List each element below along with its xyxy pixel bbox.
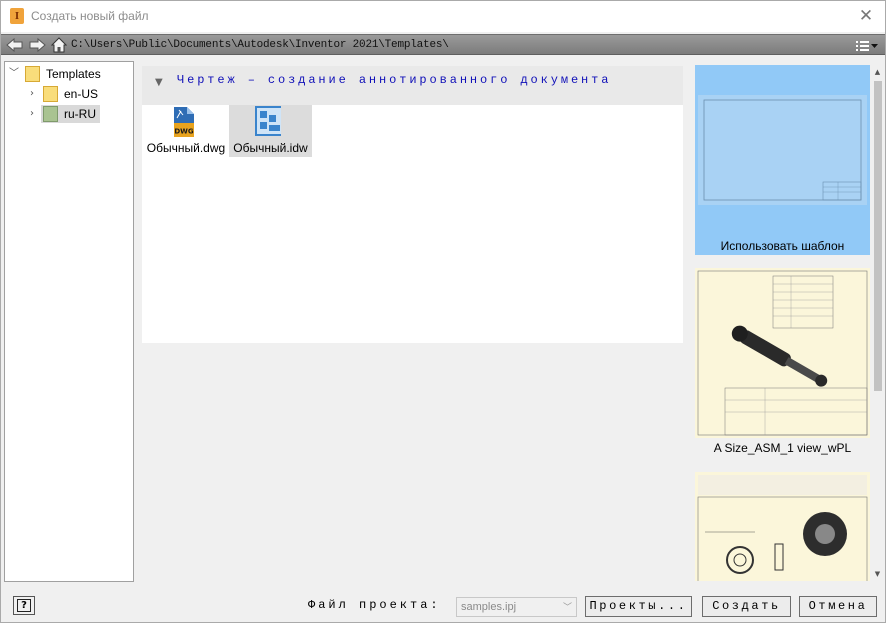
tree-item-ru-ru[interactable]: › ru-RU [26, 104, 100, 123]
file-label: Обычный.dwg [146, 141, 226, 155]
folder-icon [43, 105, 58, 122]
chevron-right-icon[interactable]: › [26, 108, 38, 120]
forward-arrow-icon[interactable] [28, 37, 46, 53]
preview-card-a-size-asm[interactable]: A Size_ASM_1 view_wPL [695, 268, 870, 458]
assembly-drawing-preview [695, 268, 870, 438]
help-icon: ? [17, 599, 31, 612]
drawing-sheet-preview [698, 95, 867, 205]
current-path: C:\Users\Public\Documents\Autodesk\Inven… [71, 39, 449, 51]
preview-label: A Size_ASM_1 view_wPL [713, 441, 852, 455]
dwg-file-icon: DWG [174, 107, 194, 137]
idw-file-icon [255, 106, 281, 136]
back-arrow-icon[interactable] [6, 37, 24, 53]
chevron-down-icon[interactable]: ﹀ [8, 68, 20, 80]
folder-icon [25, 65, 40, 82]
view-options-icon[interactable] [855, 38, 879, 53]
part-drawing-preview [695, 472, 870, 581]
tree-item-label: ru-RU [64, 106, 96, 121]
tree-item-en-us[interactable]: › en-US [26, 84, 98, 103]
template-file-list: DWG Обычный.dwg Обычный.idw [142, 105, 683, 343]
section-title: Чертеж – создание аннотированного докуме… [177, 73, 612, 87]
inventor-app-icon: I [10, 8, 24, 24]
project-file-select[interactable]: samples.ipj ﹀ [456, 597, 577, 617]
scroll-down-icon[interactable]: ▼ [872, 567, 883, 581]
preview-card-third[interactable] [695, 472, 870, 581]
create-button[interactable]: Создать [702, 596, 791, 617]
folder-icon [43, 85, 58, 102]
cancel-button[interactable]: Отмена [799, 596, 877, 617]
new-file-dialog: I Создать новый файл ✕ C:\Users\Public\D… [0, 0, 886, 623]
section-header[interactable]: ▼ Чертеж – создание аннотированного доку… [142, 66, 683, 105]
template-file-dwg[interactable]: DWG Обычный.dwg [143, 105, 229, 157]
preview-panel: Использовать шаблон A Size_ASM_1 view_wP… [695, 65, 883, 581]
collapse-triangle-icon[interactable]: ▼ [155, 77, 163, 88]
window-title: Создать новый файл [31, 9, 149, 23]
folder-tree[interactable]: ﹀ Templates › en-US › ru-RU [4, 61, 134, 582]
tree-item-label: en-US [64, 86, 99, 101]
tree-item-label: Templates [46, 66, 101, 81]
help-button[interactable]: ? [13, 596, 35, 615]
title-bar: I Создать новый файл ✕ [1, 1, 885, 32]
preview-card-use-template[interactable]: Использовать шаблон [695, 65, 870, 255]
preview-scrollbar[interactable]: ▲ ▼ [872, 65, 883, 581]
tree-item-templates[interactable]: ﹀ Templates [8, 64, 101, 83]
chevron-down-icon: ﹀ [562, 603, 572, 613]
project-file-value: samples.ipj [461, 601, 517, 613]
projects-button[interactable]: Проекты... [585, 596, 692, 617]
chevron-right-icon[interactable]: › [26, 88, 38, 100]
scroll-thumb[interactable] [874, 81, 882, 391]
path-bar: C:\Users\Public\Documents\Autodesk\Inven… [1, 34, 885, 55]
home-icon[interactable] [51, 37, 67, 53]
close-button[interactable]: ✕ [853, 3, 879, 29]
preview-label: Использовать шаблон [720, 239, 845, 253]
template-file-idw[interactable]: Обычный.idw [229, 105, 312, 157]
dwg-badge: DWG [174, 128, 194, 136]
scroll-up-icon[interactable]: ▲ [872, 65, 883, 79]
file-label: Обычный.idw [233, 141, 308, 155]
tree-item-selection: ru-RU [41, 104, 100, 123]
project-file-label: Файл проекта: [308, 598, 441, 612]
